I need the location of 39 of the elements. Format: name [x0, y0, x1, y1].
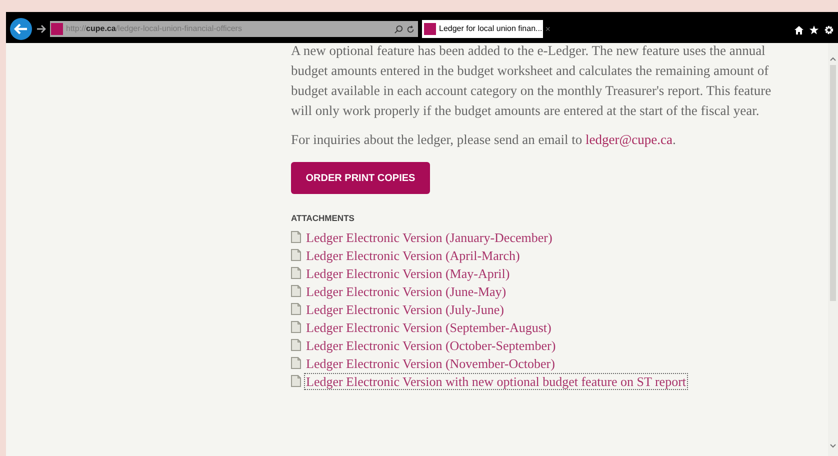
attachment-link[interactable]: Ledger Electronic Version (June-May) [305, 284, 508, 298]
attachment-link[interactable]: Ledger Electronic Version (July-June) [305, 302, 505, 316]
attachments-heading: ATTACHMENTS [291, 212, 356, 225]
document-icon [291, 303, 301, 315]
document-icon [291, 285, 301, 297]
document-icon [291, 357, 301, 369]
attachment-link[interactable]: Ledger Electronic Version (October-September) [305, 338, 557, 352]
attachment-link[interactable]: Ledger Electronic Version (April-March) [305, 248, 521, 262]
attachment-link[interactable]: Ledger Electronic Version (May-April) [305, 266, 511, 280]
document-icon [291, 339, 301, 351]
document-icon [291, 321, 301, 333]
document-icon [291, 249, 301, 261]
back-arrow-icon [14, 23, 28, 35]
site-favicon [51, 23, 63, 35]
document-icon [291, 267, 301, 279]
back-button[interactable] [10, 18, 32, 40]
scroll-down-icon[interactable] [830, 444, 836, 448]
scroll-up-icon[interactable] [830, 57, 836, 61]
order-button[interactable]: ORDER PRINT COPIES [291, 162, 430, 194]
document-icon [291, 231, 301, 243]
star-icon[interactable] [809, 25, 819, 35]
settings-icon[interactable] [824, 25, 834, 35]
attachment-link[interactable]: Ledger Electronic Version (January-December) [305, 230, 554, 244]
home-icon[interactable] [794, 25, 804, 35]
attachment-link[interactable]: Ledger Electronic Version with new optional budget feature on ST report [305, 374, 688, 388]
site-favicon [424, 23, 436, 35]
tab-title: Ledger for local union finan... [439, 23, 542, 35]
inquiry-text: For inquiries about the ledger, please send an email to ledger@cupe.ca. [291, 131, 677, 149]
refresh-icon[interactable] [406, 24, 415, 34]
attachment-link[interactable]: Ledger Electronic Version (November-October) [305, 356, 556, 370]
scrollbar[interactable] [828, 43, 838, 456]
intro-paragraph: A new optional feature has been added to the e-Ledger. The new feature uses the annual budget amounts entered in the budget worksheet and calculates the remaining amount of budget available in each account category on the monthly Treasurer's report. This feature will only work properly if the budget amounts are entered at the start of the fiscal year. [291, 43, 772, 120]
tab-close[interactable]: × [545, 24, 550, 34]
attachment-link[interactable]: Ledger Electronic Version (September-August) [305, 320, 552, 334]
document-icon [291, 375, 301, 387]
email-link[interactable]: ledger@cupe.ca [586, 132, 673, 147]
search-icon[interactable] [394, 24, 403, 34]
scroll-thumb[interactable] [830, 65, 836, 301]
forward-icon[interactable] [36, 24, 46, 34]
